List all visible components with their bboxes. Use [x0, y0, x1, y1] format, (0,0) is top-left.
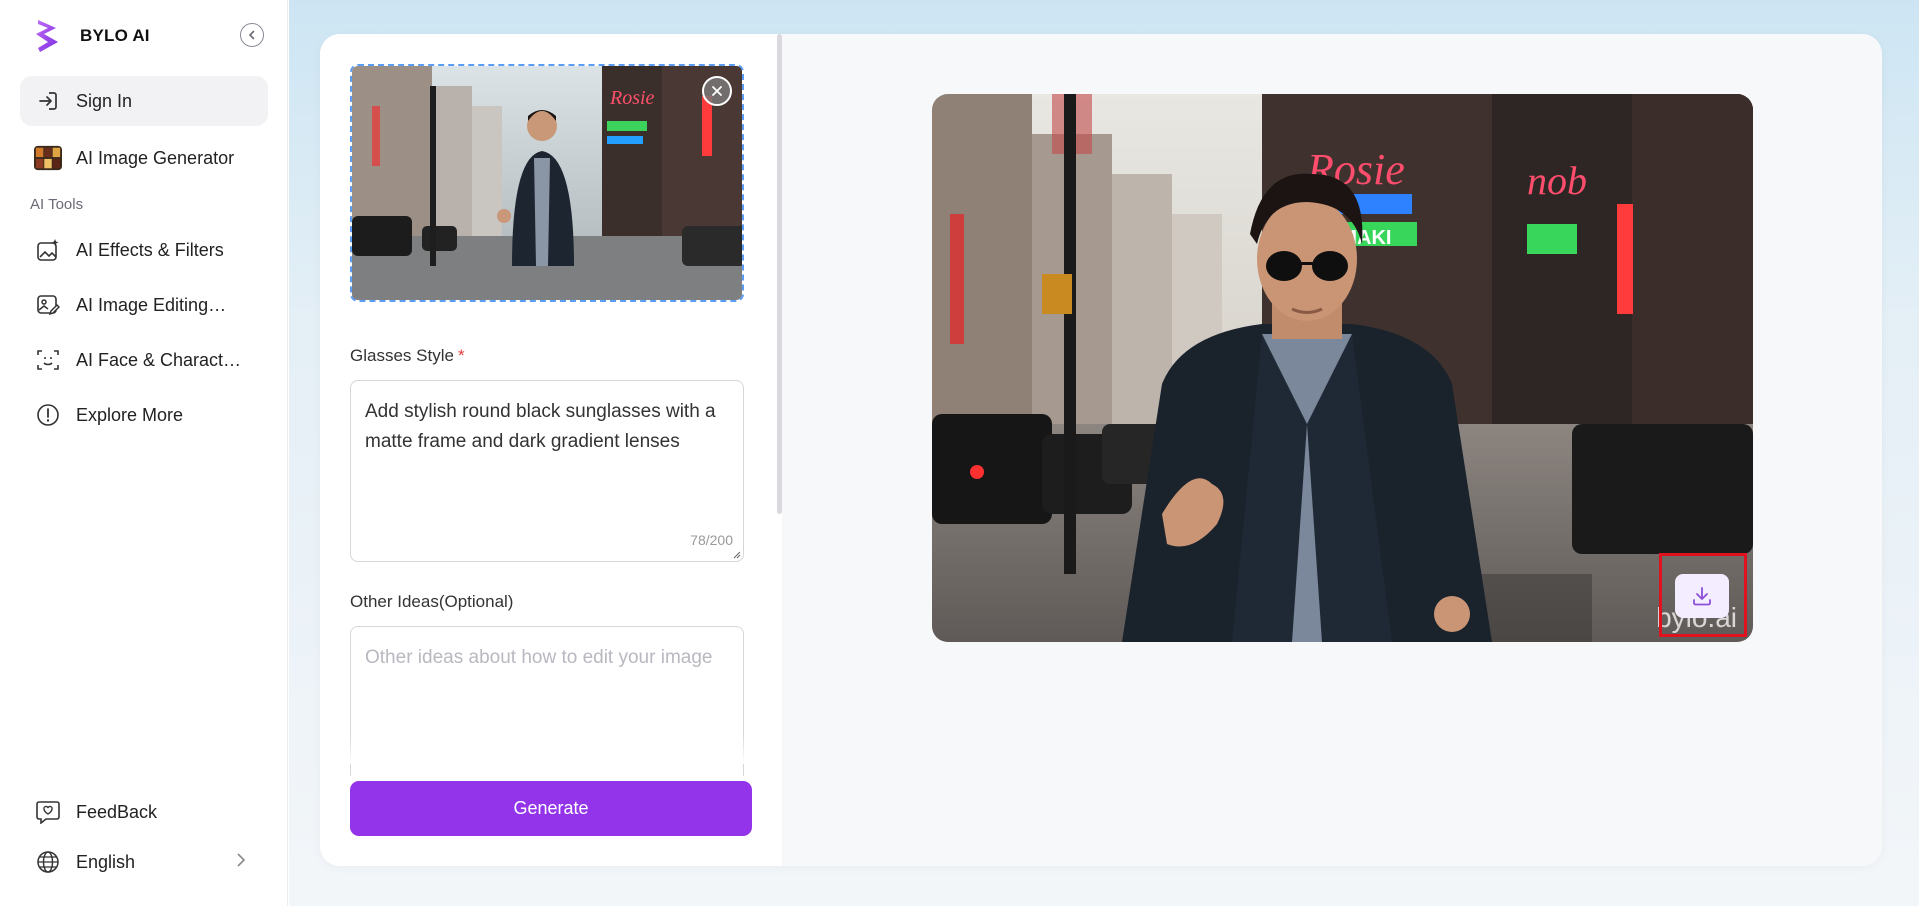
language-label: English: [76, 851, 136, 872]
character-counter: 78/200: [690, 532, 733, 548]
download-highlight-box: [1659, 553, 1747, 637]
image-sparkle-icon: [34, 236, 62, 264]
other-ideas-label: Other Ideas(Optional): [350, 592, 514, 611]
image-generator-thumbnail-icon: [34, 144, 62, 172]
sidebar-item-ai-face-character[interactable]: AI Face & Charact…: [20, 335, 268, 385]
chevron-left-icon: [248, 30, 255, 40]
sidebar-item-label: AI Effects & Filters: [76, 239, 224, 260]
face-scan-icon: [34, 346, 62, 374]
bylo-logo-icon: [36, 20, 58, 52]
sign-in-icon: [34, 87, 62, 115]
sidebar-item-label: Explore More: [76, 404, 184, 425]
editor-card: Rosie Glasses Style * Add stylish round …: [320, 34, 1882, 866]
sidebar-item-ai-image-generator[interactable]: AI Image Generator: [20, 133, 268, 183]
sidebar-item-explore-more[interactable]: Explore More: [20, 390, 268, 440]
feedback-label: FeedBack: [76, 801, 158, 822]
svg-text:nob: nob: [1527, 158, 1587, 203]
sign-in-button[interactable]: Sign In: [20, 76, 268, 126]
image-edit-icon: [34, 291, 62, 319]
sign-in-label: Sign In: [76, 90, 133, 111]
close-icon: [712, 86, 722, 96]
globe-icon: [34, 848, 62, 876]
collapse-sidebar-button[interactable]: [240, 23, 264, 47]
feedback-icon: [34, 798, 62, 826]
glasses-style-textarea[interactable]: Add stylish round black sunglasses with …: [350, 380, 744, 562]
more-circle-icon: [34, 401, 62, 429]
uploaded-image-preview[interactable]: Rosie: [350, 64, 744, 302]
remove-image-button[interactable]: [702, 76, 732, 106]
generate-button[interactable]: Generate: [350, 781, 752, 836]
section-label-ai-tools: AI Tools: [30, 196, 84, 213]
glasses-style-value: Add stylish round black sunglasses with …: [365, 401, 716, 452]
brand-name: BYLO AI: [80, 26, 150, 45]
sidebar-item-label: AI Face & Charact…: [76, 349, 242, 370]
scroll-fade: [320, 734, 777, 764]
resize-handle-icon[interactable]: [733, 551, 741, 559]
result-photo: Rosie SMAKI nob: [932, 94, 1753, 642]
sidebar-item-ai-effects-filters[interactable]: AI Effects & Filters: [20, 225, 268, 275]
required-marker: *: [457, 346, 465, 365]
other-ideas-placeholder: Other ideas about how to edit your image: [365, 647, 713, 668]
result-panel: Rosie SMAKI nob: [782, 34, 1882, 866]
sidebar: BYLO AI Sign In AI Image Generator AI To…: [0, 0, 288, 906]
feedback-button[interactable]: FeedBack: [20, 787, 268, 837]
input-panel: Rosie Glasses Style * Add stylish round …: [320, 34, 782, 866]
glasses-style-label-text: Glasses Style: [350, 346, 454, 365]
chevron-right-icon: [236, 852, 246, 873]
svg-text:Rosie: Rosie: [609, 87, 655, 109]
source-photo: Rosie: [352, 66, 742, 300]
language-selector[interactable]: English: [20, 837, 268, 887]
sidebar-item-ai-image-editing[interactable]: AI Image Editing…: [20, 280, 268, 330]
glasses-style-label: Glasses Style *: [350, 346, 465, 366]
sidebar-item-label: AI Image Editing…: [76, 294, 227, 315]
brand[interactable]: BYLO AI: [34, 18, 150, 54]
generated-image[interactable]: Rosie SMAKI nob: [932, 94, 1753, 642]
ai-image-generator-label: AI Image Generator: [76, 147, 235, 168]
